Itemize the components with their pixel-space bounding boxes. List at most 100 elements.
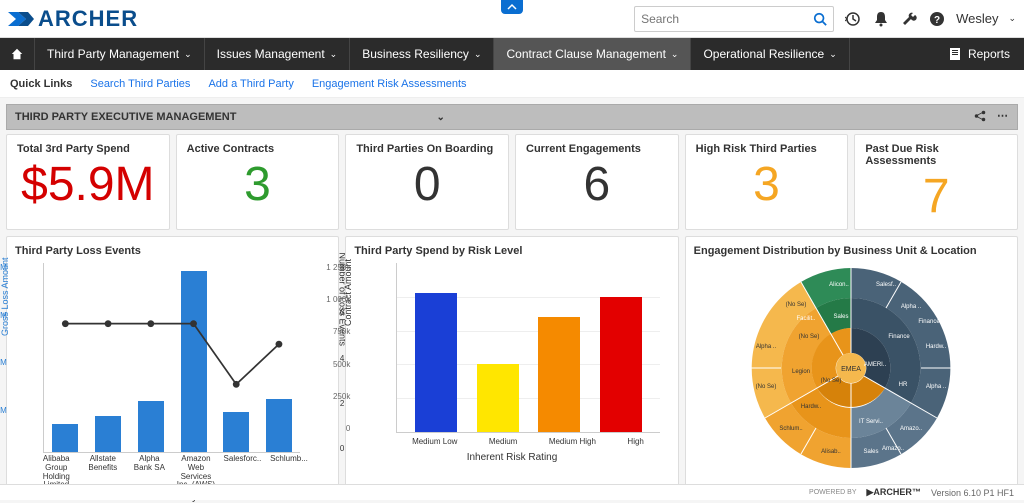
kpi-value: 6 <box>526 161 668 209</box>
archer-logo-icon <box>8 8 34 30</box>
svg-text:(No Se): (No Se) <box>756 384 777 390</box>
kpi-value: $5.9M <box>17 161 159 209</box>
nav-label: Business Resiliency <box>362 47 469 61</box>
search-icon[interactable] <box>813 12 827 26</box>
kpi-total-spend[interactable]: Total 3rd Party Spend $5.9M <box>6 134 170 230</box>
nav-operational[interactable]: Operational Resilience ⌄ <box>691 38 849 70</box>
chart-spend-risk: Third Party Spend by Risk Level Contract… <box>345 236 678 486</box>
quick-links-bar: Quick Links Search Third Parties Add a T… <box>0 70 1024 98</box>
nav-resiliency[interactable]: Business Resiliency ⌄ <box>350 38 494 70</box>
footer-powered: POWERED BY <box>809 489 856 496</box>
top-expand-tab[interactable] <box>501 0 523 14</box>
nav-third-party[interactable]: Third Party Management ⌄ <box>35 38 205 70</box>
svg-text:HR: HR <box>899 382 908 388</box>
kpi-row: Total 3rd Party Spend $5.9M Active Contra… <box>0 134 1024 230</box>
svg-text:Sales: Sales <box>864 449 879 455</box>
svg-text:Legion: Legion <box>792 369 810 375</box>
svg-text:Alisab..: Alisab.. <box>821 449 841 455</box>
kpi-title: Third Parties On Boarding <box>356 143 498 155</box>
search-box[interactable] <box>634 6 834 32</box>
kpi-title: Active Contracts <box>187 143 329 155</box>
svg-text:Schlum..: Schlum.. <box>780 426 804 432</box>
nav-label: Operational Resilience <box>703 47 824 61</box>
svg-text:Alpha ..: Alpha .. <box>901 304 922 310</box>
ql-search-third-parties[interactable]: Search Third Parties <box>90 78 190 90</box>
bar <box>477 364 519 432</box>
kpi-value: 3 <box>187 161 329 209</box>
svg-text:(No Se): (No Se) <box>821 378 842 384</box>
nav-label: Contract Clause Management <box>506 47 665 61</box>
footer-brand: ▶ARCHER™ <box>867 487 921 498</box>
user-name[interactable]: Wesley <box>956 11 998 26</box>
reports-icon <box>948 47 962 61</box>
ql-engagement-risk[interactable]: Engagement Risk Assessments <box>312 78 467 90</box>
brand-text: ARCHER <box>38 6 138 32</box>
sunburst-chart: EMEA AMERI.. (No Se) Finance HR IT Servi… <box>746 263 956 473</box>
svg-text:Hardw..: Hardw.. <box>926 344 947 350</box>
svg-text:Amazo..: Amazo.. <box>900 426 922 432</box>
sunburst-center-label: EMEA <box>841 366 861 373</box>
kpi-value: 3 <box>696 161 838 209</box>
svg-text:Alicon..: Alicon.. <box>829 282 849 288</box>
svg-text:Facilit..: Facilit.. <box>797 316 816 322</box>
chevron-down-icon: ⌄ <box>184 49 192 60</box>
kpi-title: Current Engagements <box>526 143 668 155</box>
section-title: THIRD PARTY EXECUTIVE MANAGEMENT <box>15 111 236 123</box>
section-header: THIRD PARTY EXECUTIVE MANAGEMENT ⌄ ⋯ <box>6 104 1018 130</box>
svg-text:(No Se): (No Se) <box>786 302 807 308</box>
bar <box>600 297 642 432</box>
svg-text:(No Se): (No Se) <box>799 334 820 340</box>
chevron-down-icon: ⌄ <box>829 49 837 60</box>
help-icon[interactable]: ? <box>928 10 946 28</box>
y-ticks-left: 4.8M3.8M2.6M1.2M <box>0 263 7 453</box>
chart-title: Third Party Loss Events <box>15 245 330 257</box>
brand-logo: ARCHER <box>8 6 138 32</box>
svg-text:IT Servi..: IT Servi.. <box>859 419 883 425</box>
chevron-down-icon: ⌄ <box>474 49 482 60</box>
footer: POWERED BY ▶ARCHER™ Version 6.10 P1 HF1 <box>0 484 1024 500</box>
search-input[interactable] <box>641 12 813 26</box>
kpi-active-contracts[interactable]: Active Contracts 3 <box>176 134 340 230</box>
chevron-down-icon: ⌄ <box>330 49 338 60</box>
kpi-engagements[interactable]: Current Engagements 6 <box>515 134 679 230</box>
nav-issues[interactable]: Issues Management⌄ <box>205 38 351 70</box>
nav-home[interactable] <box>0 38 35 70</box>
bar <box>415 293 457 432</box>
chart2-plot <box>396 263 659 433</box>
ql-add-third-party[interactable]: Add a Third Party <box>208 78 293 90</box>
svg-text:Finance: Finance <box>919 319 941 325</box>
kpi-onboarding[interactable]: Third Parties On Boarding 0 <box>345 134 509 230</box>
quick-links-label: Quick Links <box>10 78 72 90</box>
y-ticks: 1 250k1 000k750k500k250k0 <box>316 263 350 433</box>
nav-label: Third Party Management <box>47 47 179 61</box>
svg-text:?: ? <box>934 15 940 26</box>
share-icon[interactable] <box>973 109 987 126</box>
chevron-up-icon <box>507 3 517 11</box>
more-icon[interactable]: ⋯ <box>997 109 1009 126</box>
user-chevron-icon[interactable]: ⌄ <box>1008 13 1016 24</box>
bar <box>538 317 580 432</box>
kpi-value: 7 <box>865 173 1007 221</box>
footer-version: Version 6.10 P1 HF1 <box>931 488 1014 498</box>
kpi-title: Total 3rd Party Spend <box>17 143 159 155</box>
x-ticks: Medium LowMediumMedium HighHigh <box>396 437 659 446</box>
nav-reports[interactable]: Reports <box>934 47 1024 61</box>
svg-text:Alpha ..: Alpha .. <box>926 384 947 390</box>
nav-contract-clause[interactable]: Contract Clause Management⌄ <box>494 38 691 70</box>
kpi-past-due[interactable]: Past Due Risk Assessments7 <box>854 134 1018 230</box>
section-dropdown[interactable]: ⌄ <box>436 112 444 123</box>
kpi-value: 0 <box>356 161 498 209</box>
kpi-title: High Risk Third Parties <box>696 143 838 155</box>
wrench-icon[interactable] <box>900 10 918 28</box>
top-bar: ARCHER ? Wesley ⌄ <box>0 0 1024 38</box>
home-icon <box>10 47 24 61</box>
svg-text:Sales: Sales <box>834 314 849 320</box>
kpi-high-risk[interactable]: High Risk Third Parties 3 <box>685 134 849 230</box>
chart1-plot <box>43 263 300 453</box>
bell-icon[interactable] <box>872 10 890 28</box>
line-overlay <box>44 263 300 425</box>
nav-bar: Third Party Management ⌄ Issues Managemen… <box>0 38 1024 70</box>
charts-row: Third Party Loss Events Gross Loss Amoun… <box>0 230 1024 492</box>
chart-title: Engagement Distribution by Business Unit… <box>694 245 1009 257</box>
history-icon[interactable] <box>844 10 862 28</box>
